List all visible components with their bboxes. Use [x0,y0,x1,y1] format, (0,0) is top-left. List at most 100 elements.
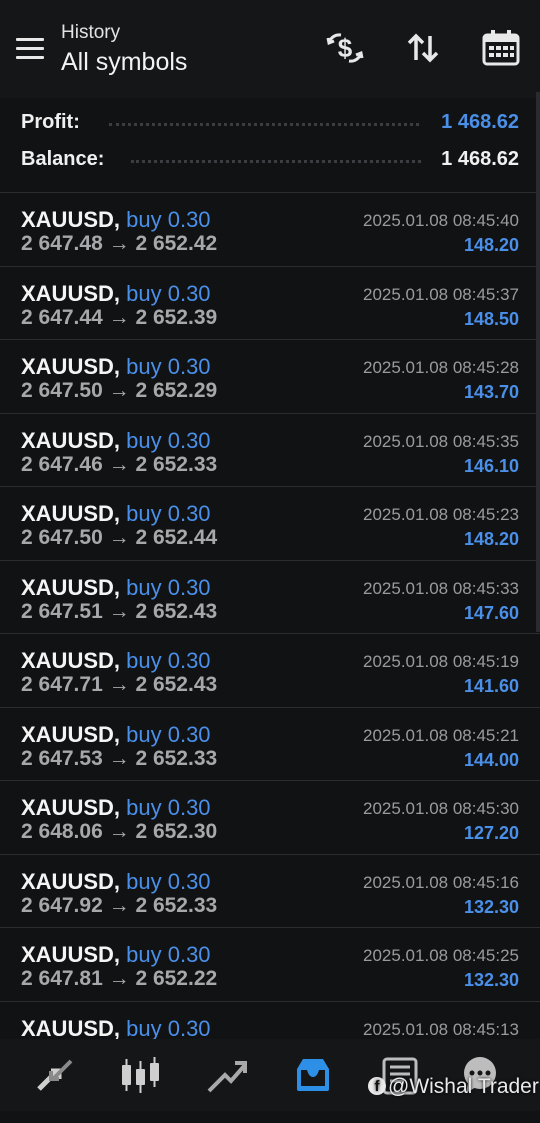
trade-prices: 2 647.81 → 2 652.22 [21,967,217,991]
balance-value: 1 468.62 [441,148,519,170]
history-icon[interactable] [291,1053,335,1097]
trade-row[interactable]: XAUUSD, buy 0.30 2 647.46 → 2 652.33 2025.… [0,412,540,487]
open-price: 2 647.51 [21,599,103,623]
trade-side-volume: buy 0.30 [126,942,211,967]
balance-row: Balance: 1 468.62 [21,148,519,174]
close-price: 2 652.29 [135,379,218,402]
trade-row[interactable]: XAUUSD, buy 0.30 2 647.50 → 2 652.44 2025.… [0,486,540,560]
trade-time: 2025.01.08 08:45:13 [363,1019,519,1039]
trade-side-volume: buy 0.30 [126,795,211,820]
trade-row[interactable]: XAUUSD, buy 0.30 2 647.53 → 2 652.33 2025.… [0,706,540,781]
open-price: 2 647.50 [21,379,103,402]
trade-profit: 132.30 [463,970,519,990]
trade-side-volume: buy 0.30 [126,280,211,306]
trade-row[interactable]: XAUUSD, buy 0.30 2 647.50 → 2 652.29 2025.… [0,339,540,413]
trade-time: 2025.01.08 08:45:37 [363,284,519,304]
trade-profit: 147.60 [463,602,519,623]
trade-symbol: XAUUSD, buy 0.30 [21,207,211,233]
svg-text:$: $ [338,33,353,63]
trade-row[interactable]: XAUUSD, buy 0.30 2 648.06 → 2 652.30 2025.… [0,780,540,854]
symbol-name: XAUUSD, [21,942,121,967]
scrollbar[interactable] [536,92,540,632]
dollar-exchange-icon[interactable]: $ [325,28,365,68]
trade-time: 2025.01.08 08:45:30 [363,799,519,818]
open-price: 2 647.81 [21,967,103,990]
trade-side-volume: buy 0.30 [126,207,211,232]
chart-icon[interactable] [118,1053,162,1097]
trade-prices: 2 647.44 → 2 652.39 [21,306,217,330]
trade-symbol: XAUUSD, buy 0.30 [21,354,211,380]
trade-row[interactable]: XAUUSD, buy 0.30 2 647.48 → 2 652.42 2025.… [0,192,540,266]
close-price: 2 652.39 [135,305,218,329]
trade-symbol: XAUUSD, buy 0.30 [21,428,211,454]
calendar-icon[interactable] [481,28,521,68]
profit-value: 1 468.62 [441,111,519,133]
symbol-name: XAUUSD, [21,868,121,894]
open-price: 2 647.71 [21,673,103,696]
trade-time: 2025.01.08 08:45:33 [363,578,519,598]
trade-side-volume: buy 0.30 [126,501,211,526]
arrow-icon: → [108,232,130,255]
close-price: 2 652.43 [135,599,218,623]
menu-icon[interactable] [16,38,44,60]
watermark-text: @Wishal Trader [388,1075,539,1098]
trade-side-volume: buy 0.30 [126,354,211,379]
symbol-name: XAUUSD, [21,795,121,820]
symbol-name: XAUUSD, [21,427,121,453]
trade-prices: 2 647.92 → 2 652.33 [21,894,217,918]
trade-side-volume: buy 0.30 [126,721,211,747]
page-title: All symbols [61,48,188,76]
symbol-name: XAUUSD, [21,354,121,379]
trade-prices: 2 647.50 → 2 652.29 [21,379,217,403]
trade-profit: 146.10 [463,455,519,476]
open-price: 2 647.46 [21,452,103,476]
trade-icon[interactable] [205,1053,249,1097]
trade-row[interactable]: XAUUSD, buy 0.30 2 647.71 → 2 652.43 2025.… [0,633,540,707]
trade-row[interactable]: XAUUSD, buy 0.30 2 647.81 → 2 652.22 2025.… [0,927,540,1001]
trade-symbol: XAUUSD, buy 0.30 [21,575,211,601]
arrow-icon: → [108,305,130,329]
close-price: 2 652.33 [135,452,218,476]
trade-prices: 2 647.53 → 2 652.33 [21,747,217,771]
trade-time: 2025.01.08 08:45:28 [363,358,519,377]
trade-row[interactable]: XAUUSD, buy 0.30 2 647.51 → 2 652.43 2025.… [0,559,540,634]
dotted-leader [109,123,419,126]
profit-label: Profit: [21,111,80,133]
trade-profit: 148.50 [463,308,519,329]
arrow-icon: → [108,673,130,696]
open-price: 2 647.92 [21,893,103,917]
symbol-name: XAUUSD, [21,648,121,673]
arrow-icon: → [108,452,130,476]
trade-time: 2025.01.08 08:45:23 [363,505,519,524]
trade-profit: 141.60 [463,676,519,696]
close-price: 2 652.44 [135,526,218,549]
trade-symbol: XAUUSD, buy 0.30 [21,795,211,821]
facebook-icon: f [368,1077,386,1095]
trade-history-list[interactable]: XAUUSD, buy 0.30 2 647.48 → 2 652.42 2025.… [0,192,540,1074]
trade-time: 2025.01.08 08:45:19 [363,652,519,671]
trade-prices: 2 647.71 → 2 652.43 [21,673,217,697]
trade-row[interactable]: XAUUSD, buy 0.30 2 647.92 → 2 652.33 2025.… [0,853,540,928]
trade-symbol: XAUUSD, buy 0.30 [21,281,211,307]
quotes-icon[interactable] [33,1053,77,1097]
arrow-icon: → [108,526,130,549]
trade-side-volume: buy 0.30 [126,1015,211,1041]
arrow-icon: → [108,967,130,990]
trade-time: 2025.01.08 08:45:35 [363,431,519,451]
balance-label: Balance: [21,148,105,170]
trade-row[interactable]: XAUUSD, buy 0.30 2 647.44 → 2 652.39 2025.… [0,265,540,340]
open-price: 2 647.48 [21,232,103,255]
trade-prices: 2 647.50 → 2 652.44 [21,526,217,550]
trade-profit: 132.30 [463,896,519,917]
open-price: 2 647.53 [21,746,103,770]
trade-side-volume: buy 0.30 [126,427,211,453]
trade-prices: 2 647.51 → 2 652.43 [21,600,217,624]
trade-side-volume: buy 0.30 [126,648,211,673]
symbol-name: XAUUSD, [21,207,121,232]
trade-symbol: XAUUSD, buy 0.30 [21,1016,211,1042]
symbol-name: XAUUSD, [21,721,121,747]
top-app-bar: History All symbols $ [0,0,540,98]
trade-prices: 2 648.06 → 2 652.30 [21,820,217,844]
trade-time: 2025.01.08 08:45:25 [363,946,519,965]
sort-icon[interactable] [403,28,443,68]
